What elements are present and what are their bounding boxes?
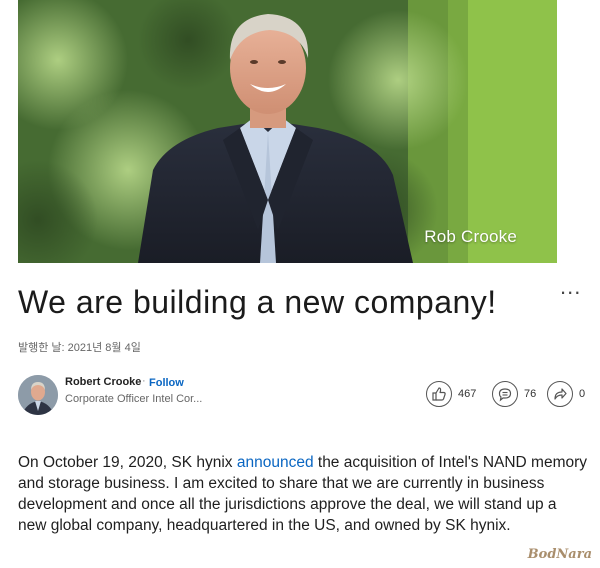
more-options-button[interactable]: ... [560, 276, 581, 298]
comment-count: 76 [524, 388, 537, 400]
body-intro: On October 19, 2020, SK hynix [18, 454, 237, 471]
name-separator: · [142, 375, 146, 387]
publish-date: 발행한 날: 2021년 8월 4일 [18, 342, 141, 354]
author-row: Robert Crooke · Follow Corporate Officer… [18, 372, 592, 418]
hero-photo [18, 0, 557, 263]
share-count: 0 [579, 388, 586, 400]
hero-image: Rob Crooke [18, 0, 557, 263]
person-avatar-icon [18, 375, 58, 415]
article-title: We are building a new company! [18, 284, 497, 320]
article-body: On October 19, 2020, SK hynix announced … [18, 452, 588, 536]
watermark-logo: BodNara [527, 547, 592, 562]
announced-link[interactable]: announced [237, 454, 314, 471]
hero-caption: Rob Crooke [424, 227, 517, 246]
author-avatar[interactable] [18, 375, 58, 415]
share-arrow-icon [547, 381, 573, 407]
follow-button[interactable]: Follow [149, 377, 184, 389]
thumbs-up-icon [426, 381, 452, 407]
like-count: 467 [458, 388, 477, 400]
author-headline: Corporate Officer Intel Cor... [65, 393, 203, 405]
share-stat[interactable]: 0 [547, 380, 585, 408]
comment-stat[interactable]: 76 [492, 380, 536, 408]
like-stat[interactable]: 467 [426, 380, 476, 408]
comment-icon [492, 381, 518, 407]
author-name[interactable]: Robert Crooke [65, 376, 141, 388]
